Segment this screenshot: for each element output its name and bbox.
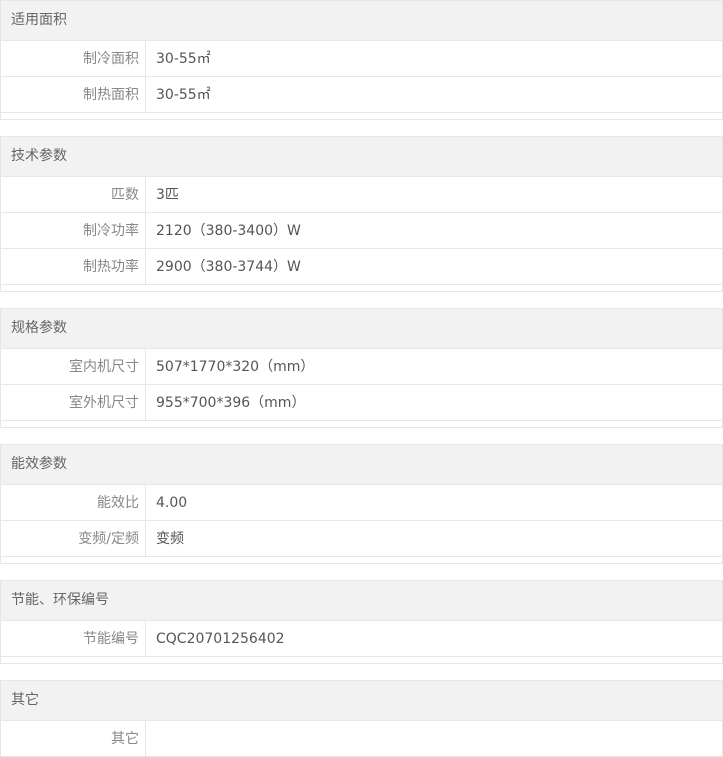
spec-label: 制热功率 (1, 249, 146, 284)
spec-row: 匹数 3匹 (1, 176, 722, 212)
spec-row: 室内机尺寸 507*1770*320（mm） (1, 348, 722, 384)
spec-label: 节能编号 (1, 621, 146, 656)
section-footer (1, 556, 722, 563)
spec-row: 制热面积 30-55㎡ (1, 76, 722, 112)
section-dimension-params: 规格参数 室内机尺寸 507*1770*320（mm） 室外机尺寸 955*70… (0, 308, 723, 428)
spec-value: 4.00 (156, 495, 188, 511)
section-title: 规格参数 (1, 309, 722, 348)
section-efficiency-params: 能效参数 能效比 4.00 变频/定频 变频 (0, 444, 723, 564)
section-title: 其它 (1, 681, 722, 720)
spec-label: 制冷面积 (1, 41, 146, 76)
spec-value: 2900（380-3744）W (156, 259, 301, 275)
spec-row: 其它 (1, 720, 722, 756)
spec-value: CQC20701256402 (156, 631, 285, 647)
section-footer (1, 112, 722, 119)
spec-label: 制冷功率 (1, 213, 146, 248)
spec-value: 30-55㎡ (156, 87, 211, 103)
spec-label: 室外机尺寸 (1, 385, 146, 420)
spec-value: 507*1770*320（mm） (156, 359, 315, 375)
spec-row: 制冷面积 30-55㎡ (1, 40, 722, 76)
section-footer (1, 420, 722, 427)
spec-row: 节能编号 CQC20701256402 (1, 620, 722, 656)
section-title: 节能、环保编号 (1, 581, 722, 620)
spec-row: 制热功率 2900（380-3744）W (1, 248, 722, 284)
section-applicable-area: 适用面积 制冷面积 30-55㎡ 制热面积 30-55㎡ (0, 0, 723, 120)
spec-value: 变频 (156, 531, 184, 547)
spec-value (146, 721, 722, 756)
spec-value: 955*700*396（mm） (156, 395, 306, 411)
spec-label: 制热面积 (1, 77, 146, 112)
spec-label: 匹数 (1, 177, 146, 212)
section-energy-eco-code: 节能、环保编号 节能编号 CQC20701256402 (0, 580, 723, 664)
spec-row: 能效比 4.00 (1, 484, 722, 520)
spec-value: 3匹 (156, 187, 179, 203)
section-title: 技术参数 (1, 137, 722, 176)
section-other: 其它 其它 (0, 680, 723, 757)
spec-row: 制冷功率 2120（380-3400）W (1, 212, 722, 248)
spec-label: 室内机尺寸 (1, 349, 146, 384)
spec-value: 2120（380-3400）W (156, 223, 301, 239)
spec-row: 室外机尺寸 955*700*396（mm） (1, 384, 722, 420)
spec-label: 其它 (1, 721, 146, 756)
spec-label: 变频/定频 (1, 521, 146, 556)
section-technical-params: 技术参数 匹数 3匹 制冷功率 2120（380-3400）W 制热功率 290… (0, 136, 723, 292)
spec-row: 变频/定频 变频 (1, 520, 722, 556)
section-footer (1, 284, 722, 291)
spec-label: 能效比 (1, 485, 146, 520)
section-title: 适用面积 (1, 1, 722, 40)
spec-value: 30-55㎡ (156, 51, 211, 67)
spec-page: 适用面积 制冷面积 30-55㎡ 制热面积 30-55㎡ 技术参数 匹数 3匹 … (0, 0, 723, 757)
section-title: 能效参数 (1, 445, 722, 484)
section-footer (1, 656, 722, 663)
